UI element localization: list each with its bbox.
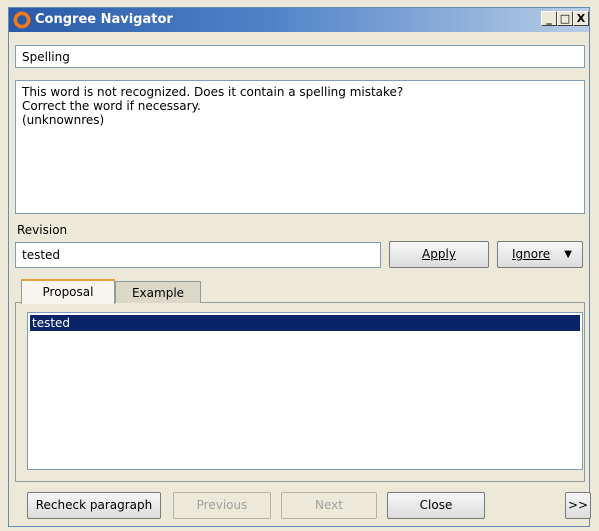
recheck-label: Recheck paragraph xyxy=(35,498,153,512)
title-bar[interactable]: Congree Navigator _ □ X xyxy=(9,8,589,32)
congree-logo-icon xyxy=(13,11,31,29)
revision-input[interactable]: tested xyxy=(15,242,381,268)
recheck-paragraph-button[interactable]: Recheck paragraph xyxy=(27,492,161,519)
chevron-down-icon[interactable]: ▼ xyxy=(564,242,572,267)
ignore-button-label: Ignore xyxy=(512,247,551,261)
proposal-list[interactable]: tested xyxy=(27,312,583,470)
ignore-button[interactable]: Ignore ▼ xyxy=(497,241,583,268)
previous-button[interactable]: Previous xyxy=(173,492,271,519)
message-box: This word is not recognized. Does it con… xyxy=(15,80,585,214)
navigator-window: Congree Navigator _ □ X Spelling This wo… xyxy=(8,7,591,527)
apply-button-label: Apply xyxy=(422,247,456,261)
tab-proposal[interactable]: Proposal xyxy=(21,279,115,304)
expand-label: >> xyxy=(567,498,589,512)
message-line: Correct the word if necessary. xyxy=(22,99,201,113)
previous-label: Previous xyxy=(196,498,248,512)
category-field: Spelling xyxy=(15,45,585,68)
close-label: Close xyxy=(419,498,453,512)
list-item[interactable]: tested xyxy=(30,315,580,331)
next-button[interactable]: Next xyxy=(281,492,377,519)
window-title: Congree Navigator xyxy=(35,12,173,27)
message-line: This word is not recognized. Does it con… xyxy=(22,85,404,99)
revision-label: Revision xyxy=(17,223,68,237)
tab-example[interactable]: Example xyxy=(115,281,201,303)
close-window-button[interactable]: X xyxy=(573,11,589,26)
close-button[interactable]: Close xyxy=(387,492,485,519)
message-line: (unknownres) xyxy=(22,113,105,127)
minimize-button[interactable]: _ xyxy=(541,11,557,26)
maximize-button[interactable]: □ xyxy=(557,11,573,26)
expand-button[interactable]: >> xyxy=(565,492,591,519)
apply-button[interactable]: Apply xyxy=(389,241,489,268)
next-label: Next xyxy=(315,498,343,512)
